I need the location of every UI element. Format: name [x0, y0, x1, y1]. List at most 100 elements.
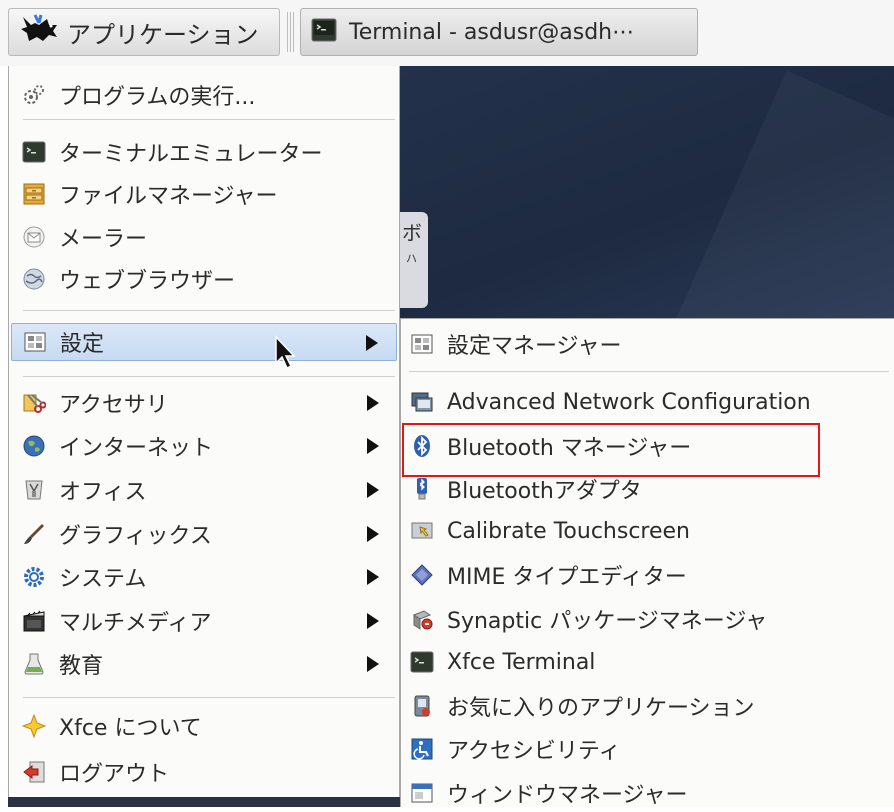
menu-item-label: 設定: [60, 332, 105, 357]
mouse-pointer-icon: [274, 335, 298, 375]
menu-item-label: オフィス: [59, 480, 147, 505]
taskbar-terminal-button[interactable]: Terminal - asdusr@asdh⋯: [300, 8, 698, 56]
submenu-separator: [409, 371, 889, 372]
submenu-arrow-icon: [367, 482, 379, 498]
accessibility-icon: [409, 736, 435, 762]
submenu-item-label: Xfce Terminal: [447, 649, 596, 675]
bluetooth-adapter-icon: [409, 476, 435, 502]
submenu-arrow-icon: [367, 395, 379, 411]
menu-item-label: ウェブブラウザー: [59, 269, 236, 294]
menu-separator: [23, 376, 395, 377]
settings-icon: [22, 329, 48, 355]
menu-item-office[interactable]: オフィス: [11, 471, 397, 509]
menu-item-label: プログラムの実行...: [59, 85, 256, 110]
submenu-item-window-manager[interactable]: ウィンドウマネージャー: [401, 774, 893, 812]
submenu-item-advanced-network[interactable]: Advanced Network Configuration: [401, 383, 893, 421]
menu-item-web-browser[interactable]: ウェブブラウザー: [11, 260, 397, 298]
menu-item-internet[interactable]: インターネット: [11, 427, 397, 465]
top-panel: アプリケーション Terminal - asdusr@asdh⋯: [0, 0, 894, 66]
submenu-item-label: お気に入りのアプリケーション: [447, 696, 755, 721]
terminal-icon: [21, 139, 47, 165]
mime-editor-icon: [409, 562, 435, 588]
education-icon: [21, 651, 47, 677]
menu-item-label: ターミナルエミュレーター: [59, 142, 323, 167]
menu-separator: [23, 697, 395, 698]
menu-item-label: Xfce について: [59, 716, 202, 741]
menu-item-system[interactable]: システム: [11, 558, 397, 596]
submenu-arrow-icon: [366, 335, 378, 351]
settings-submenu: 設定マネージャー Advanced Network Configuration …: [400, 318, 894, 808]
submenu-arrow-icon: [367, 569, 379, 585]
desktop-window-fragment[interactable]: ボ ハ: [400, 212, 428, 308]
run-program-icon: [21, 82, 47, 108]
menu-item-label: ログアウト: [59, 762, 170, 787]
menu-item-label: ファイルマネージャー: [59, 184, 278, 209]
xfce-terminal-icon: [409, 649, 435, 675]
desktop-partial-text-2: ハ: [406, 252, 417, 265]
touchscreen-icon: [409, 518, 435, 544]
submenu-arrow-icon: [367, 656, 379, 672]
menu-item-label: グラフィックス: [59, 524, 212, 549]
applications-menu: プログラムの実行... ターミナルエミュレーター ファイルマネージャー メーラー…: [8, 66, 400, 807]
menu-item-mailer[interactable]: メーラー: [11, 218, 397, 256]
submenu-arrow-icon: [367, 526, 379, 542]
submenu-item-synaptic[interactable]: Synaptic パッケージマネージャ: [401, 600, 893, 638]
xfce-mouse-icon: [17, 13, 61, 51]
menu-item-multimedia[interactable]: マルチメディア: [11, 602, 397, 640]
menu-item-file-manager[interactable]: ファイルマネージャー: [11, 175, 397, 213]
submenu-item-label: Synaptic パッケージマネージャ: [447, 609, 768, 634]
submenu-item-mime-editor[interactable]: MIME タイプエディター: [401, 556, 893, 594]
logout-icon: [21, 759, 47, 785]
submenu-item-xfce-terminal[interactable]: Xfce Terminal: [401, 643, 893, 681]
web-browser-icon: [21, 266, 47, 292]
menu-item-graphics[interactable]: グラフィックス: [11, 515, 397, 553]
submenu-item-settings-manager[interactable]: 設定マネージャー: [401, 325, 893, 363]
submenu-arrow-icon: [367, 438, 379, 454]
taskbar-terminal-label: Terminal - asdusr@asdh⋯: [349, 19, 635, 45]
internet-icon: [21, 433, 47, 459]
menu-item-about-xfce[interactable]: Xfce について: [11, 707, 397, 745]
file-manager-icon: [21, 181, 47, 207]
submenu-arrow-icon: [367, 613, 379, 629]
window-manager-icon: [409, 780, 435, 806]
menu-item-label: アクセサリ: [59, 393, 168, 418]
graphics-icon: [21, 521, 47, 547]
submenu-item-accessibility[interactable]: アクセシビリティ: [401, 730, 893, 768]
desktop-partial-text: ボ: [402, 221, 422, 245]
panel-separator-handle[interactable]: [287, 12, 295, 52]
menu-separator: [23, 119, 395, 120]
menu-shadow-edge: [8, 797, 400, 807]
menu-separator: [23, 310, 395, 311]
applications-menu-label: アプリケーション: [67, 20, 259, 49]
submenu-item-label: Bluetoothアダプタ: [447, 479, 642, 504]
desktop-background: [400, 66, 894, 542]
terminal-icon: [311, 17, 337, 47]
submenu-item-label: Calibrate Touchscreen: [447, 518, 690, 544]
menu-item-label: メーラー: [59, 227, 148, 252]
system-icon: [21, 564, 47, 590]
menu-item-run-program[interactable]: プログラムの実行...: [11, 76, 397, 114]
office-icon: [21, 477, 47, 503]
settings-manager-icon: [409, 331, 435, 357]
menu-item-label: システム: [59, 567, 147, 592]
multimedia-icon: [21, 608, 47, 634]
menu-item-terminal-emulator[interactable]: ターミナルエミュレーター: [11, 133, 397, 171]
submenu-item-label: ウィンドウマネージャー: [447, 783, 688, 808]
mail-icon: [21, 224, 47, 250]
applications-menu-button[interactable]: アプリケーション: [8, 8, 280, 56]
menu-item-label: 教育: [59, 654, 104, 679]
menu-item-education[interactable]: 教育: [11, 645, 397, 683]
favorites-icon: [409, 693, 435, 719]
submenu-item-favorite-applications[interactable]: お気に入りのアプリケーション: [401, 687, 893, 725]
menu-item-settings[interactable]: 設定: [11, 323, 397, 361]
menu-item-accessories[interactable]: アクセサリ: [11, 384, 397, 422]
synaptic-icon: [409, 606, 435, 632]
menu-item-logout[interactable]: ログアウト: [11, 753, 397, 791]
network-config-icon: [409, 389, 435, 415]
menu-item-label: インターネット: [59, 436, 214, 461]
accessories-icon: [21, 390, 47, 416]
submenu-item-label: 設定マネージャー: [447, 334, 622, 359]
submenu-item-label: MIME タイプエディター: [447, 565, 687, 590]
submenu-item-calibrate-touchscreen[interactable]: Calibrate Touchscreen: [401, 512, 893, 550]
menu-item-label: マルチメディア: [59, 611, 212, 636]
